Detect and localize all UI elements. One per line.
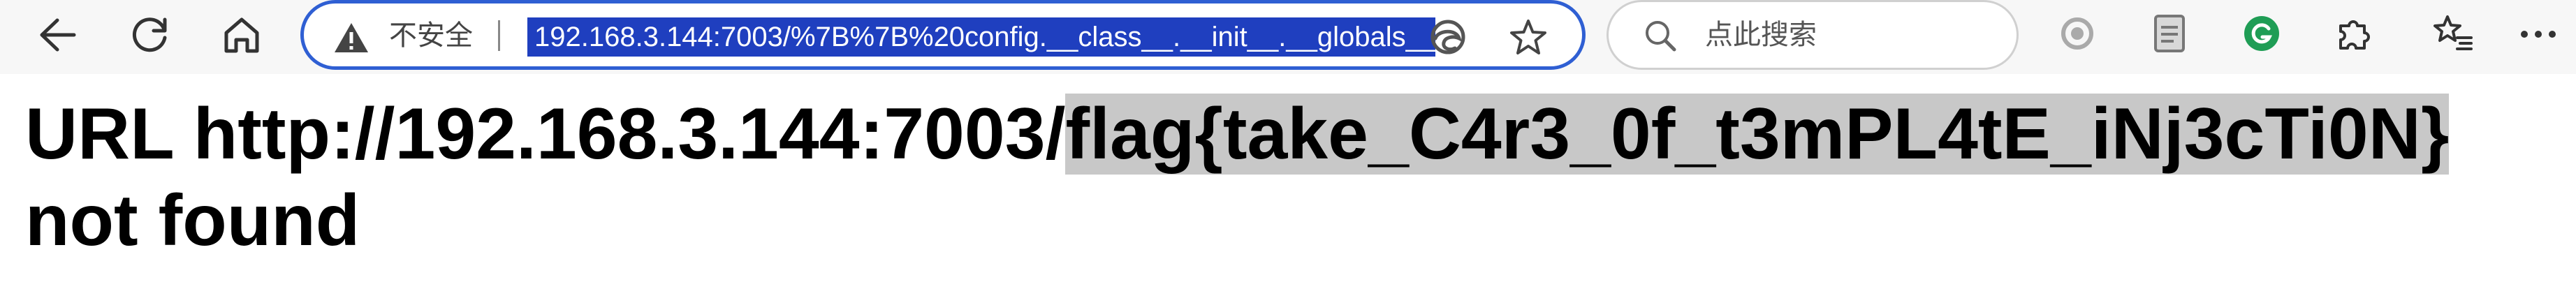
browser-toolbar: 不安全 192.168.3.144:7003/%7B%7B%20config._…: [0, 0, 2576, 74]
heading-url-prefix: URL http://192.168.3.144:7003/: [25, 94, 1066, 175]
reload-icon[interactable]: [127, 11, 173, 57]
grammarly-icon[interactable]: [2241, 13, 2283, 54]
more-menu-icon[interactable]: [2517, 17, 2559, 52]
document-extension-icon[interactable]: [2149, 11, 2190, 56]
back-arrow-icon[interactable]: [35, 13, 80, 57]
search-icon: [1644, 19, 1677, 56]
heading-flag-highlight: flag{take_C4r3_0f_t3mPL4tE_iNj3cTi0N}: [1065, 94, 2450, 175]
edge-icon[interactable]: [1428, 17, 1468, 60]
heading-suffix: not found: [25, 180, 360, 261]
address-separator: [498, 20, 500, 51]
favorites-icon[interactable]: [2431, 11, 2475, 56]
search-box[interactable]: 点此搜索: [1607, 0, 2019, 70]
security-status-label[interactable]: 不安全: [389, 20, 473, 51]
favorite-star-icon[interactable]: [1509, 19, 1547, 59]
extensions-puzzle-icon[interactable]: [2332, 11, 2376, 56]
home-icon[interactable]: [219, 13, 264, 57]
page-heading: URL http://192.168.3.144:7003/flag{take_…: [25, 91, 2554, 264]
circle-extension-icon[interactable]: [2056, 13, 2098, 54]
search-placeholder[interactable]: 点此搜索: [1705, 19, 1817, 51]
warning-icon[interactable]: [333, 22, 369, 57]
address-bar[interactable]: 不安全 192.168.3.144:7003/%7B%7B%20config._…: [300, 0, 1586, 70]
url-input[interactable]: 192.168.3.144:7003/%7B%7B%20config.__cla…: [527, 17, 1435, 57]
